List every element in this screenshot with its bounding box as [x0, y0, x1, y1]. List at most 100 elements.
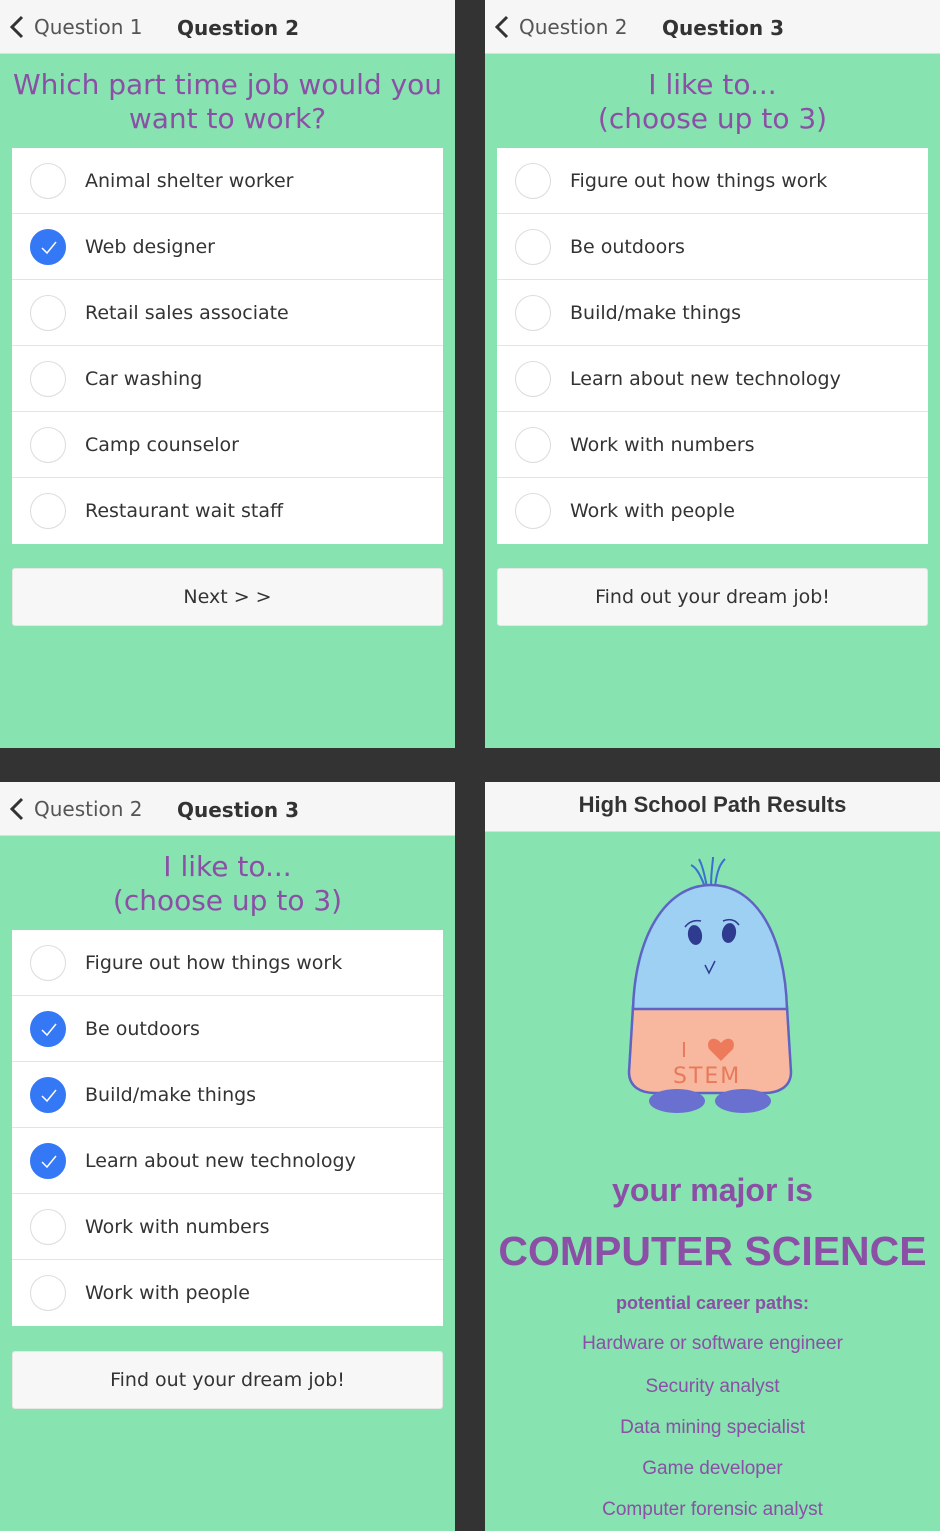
radio-icon[interactable]	[30, 360, 66, 397]
option-label: Be outdoors	[570, 235, 685, 258]
option-label: Work with numbers	[85, 1215, 270, 1238]
option-row[interactable]: Camp counselor	[12, 412, 443, 478]
question-line: (choose up to 3)	[597, 102, 828, 135]
option-label: Restaurant wait staff	[85, 500, 284, 522]
option-row[interactable]: Figure out how things work	[12, 930, 443, 996]
options-list: Figure out how things work Be outdoors Bui…	[12, 930, 443, 1326]
option-label: Camp counselor	[85, 433, 239, 456]
radio-icon[interactable]	[30, 493, 66, 529]
checkmark-icon	[41, 241, 57, 254]
option-row[interactable]: Learn about new technology	[12, 1128, 443, 1194]
question-line: I like to...	[648, 68, 777, 101]
question-text: Which part time job would you want to wo…	[0, 54, 455, 136]
question-line: want to work?	[128, 102, 327, 135]
option-label: Work with numbers	[570, 433, 755, 456]
option-label: Car washing	[85, 367, 203, 390]
option-label: Build/make things	[570, 301, 742, 324]
option-label: Be outdoors	[85, 1017, 200, 1040]
radio-icon[interactable]	[30, 944, 66, 981]
results-screen: High School Path Results I STEM your maj…	[485, 782, 940, 1531]
option-row[interactable]: Build/make things	[12, 1062, 443, 1128]
checked-radio-icon[interactable]	[30, 228, 66, 265]
question-line: (choose up to 3)	[112, 884, 343, 917]
major-intro: your major is	[612, 1172, 813, 1208]
checked-radio-icon[interactable]	[30, 1076, 66, 1113]
option-row[interactable]: Be outdoors	[497, 214, 928, 280]
radio-icon[interactable]	[515, 360, 551, 397]
find-dream-job-button[interactable]: Find out your dream job!	[497, 568, 928, 626]
radio-icon[interactable]	[30, 162, 66, 199]
option-row[interactable]: Car washing	[12, 346, 443, 412]
option-row[interactable]: Be outdoors	[12, 996, 443, 1062]
career-item: Data mining specialist	[620, 1417, 805, 1438]
find-dream-job-button[interactable]: Find out your dream job!	[12, 1351, 443, 1409]
career-paths-heading: potential career paths:	[615, 1293, 810, 1313]
option-row[interactable]: Learn about new technology	[497, 346, 928, 412]
option-row[interactable]: Work with numbers	[12, 1194, 443, 1260]
major-name: COMPUTER SCIENCE	[498, 1228, 927, 1274]
back-button[interactable]: Question 2	[8, 782, 143, 836]
stem-mascot-illustration: I STEM	[627, 857, 793, 1113]
option-row[interactable]: Build/make things	[497, 280, 928, 346]
option-label: Work with people	[85, 1282, 250, 1304]
radio-icon[interactable]	[515, 294, 551, 331]
option-label: Learn about new technology	[85, 1149, 356, 1172]
question-text: I like to... (choose up to 3)	[485, 54, 940, 136]
mascot-text-stem: STEM	[673, 1064, 741, 1089]
chevron-left-icon	[9, 797, 24, 821]
question-3-screen-selected: Question 2 Question 3 I like to... (choo…	[0, 782, 455, 1531]
option-row[interactable]: Figure out how things work	[497, 148, 928, 214]
radio-icon[interactable]	[30, 1208, 66, 1245]
option-label: Web designer	[85, 235, 215, 258]
nav-title: Question 3	[177, 798, 299, 822]
checked-radio-icon[interactable]	[30, 1142, 66, 1179]
option-row[interactable]: Restaurant wait staff	[12, 478, 443, 544]
question-text: I like to... (choose up to 3)	[0, 836, 455, 918]
nav-title: Question 3	[662, 16, 784, 40]
back-button[interactable]: Question 1	[8, 0, 143, 54]
radio-icon[interactable]	[515, 426, 551, 463]
option-label: Build/make things	[85, 1083, 257, 1106]
option-label: Figure out how things work	[85, 951, 343, 974]
options-list: Animal shelter worker Web designer Retail …	[12, 148, 443, 544]
back-label: Question 1	[34, 15, 143, 39]
back-label: Question 2	[519, 15, 628, 39]
career-item: Security analyst	[645, 1376, 780, 1397]
option-row[interactable]: Animal shelter worker	[12, 148, 443, 214]
option-label: Retail sales associate	[85, 301, 289, 324]
option-row[interactable]: Work with people	[12, 1260, 443, 1326]
option-row[interactable]: Retail sales associate	[12, 280, 443, 346]
option-label: Learn about new technology	[570, 367, 841, 390]
radio-icon[interactable]	[30, 294, 66, 331]
question-line: I like to...	[163, 850, 292, 883]
checked-radio-icon[interactable]	[30, 1010, 66, 1047]
back-button[interactable]: Question 2	[493, 0, 628, 54]
checkmark-icon	[41, 1155, 57, 1168]
radio-icon[interactable]	[30, 426, 66, 463]
nav-bar: Question 2 Question 3	[0, 782, 455, 836]
chevron-left-icon	[9, 15, 24, 39]
question-2-screen: Question 1 Question 2 Which part time jo…	[0, 0, 455, 748]
option-row[interactable]: Work with people	[497, 478, 928, 544]
radio-icon[interactable]	[515, 228, 551, 265]
question-3-screen: Question 2 Question 3 I like to... (choo…	[485, 0, 940, 748]
option-label: Work with people	[570, 500, 735, 522]
option-row[interactable]: Web designer	[12, 214, 443, 280]
options-list: Figure out how things work Be outdoors Bui…	[497, 148, 928, 544]
option-label: Figure out how things work	[570, 169, 828, 192]
mascot-text-i: I	[681, 1038, 687, 1062]
results-title: High School Path Results	[485, 782, 940, 832]
radio-icon[interactable]	[515, 162, 551, 199]
career-item: Computer forensic analyst	[602, 1499, 823, 1520]
radio-icon[interactable]	[515, 493, 551, 529]
option-row[interactable]: Work with numbers	[497, 412, 928, 478]
next-button[interactable]: Next > >	[12, 568, 443, 626]
back-label: Question 2	[34, 797, 143, 821]
nav-bar: Question 2 Question 3	[485, 0, 940, 54]
chevron-left-icon	[494, 15, 509, 39]
checkmark-icon	[41, 1089, 57, 1102]
option-label: Animal shelter worker	[85, 169, 294, 192]
nav-bar: Question 1 Question 2	[0, 0, 455, 54]
radio-icon[interactable]	[30, 1275, 66, 1311]
checkmark-icon	[41, 1023, 57, 1036]
